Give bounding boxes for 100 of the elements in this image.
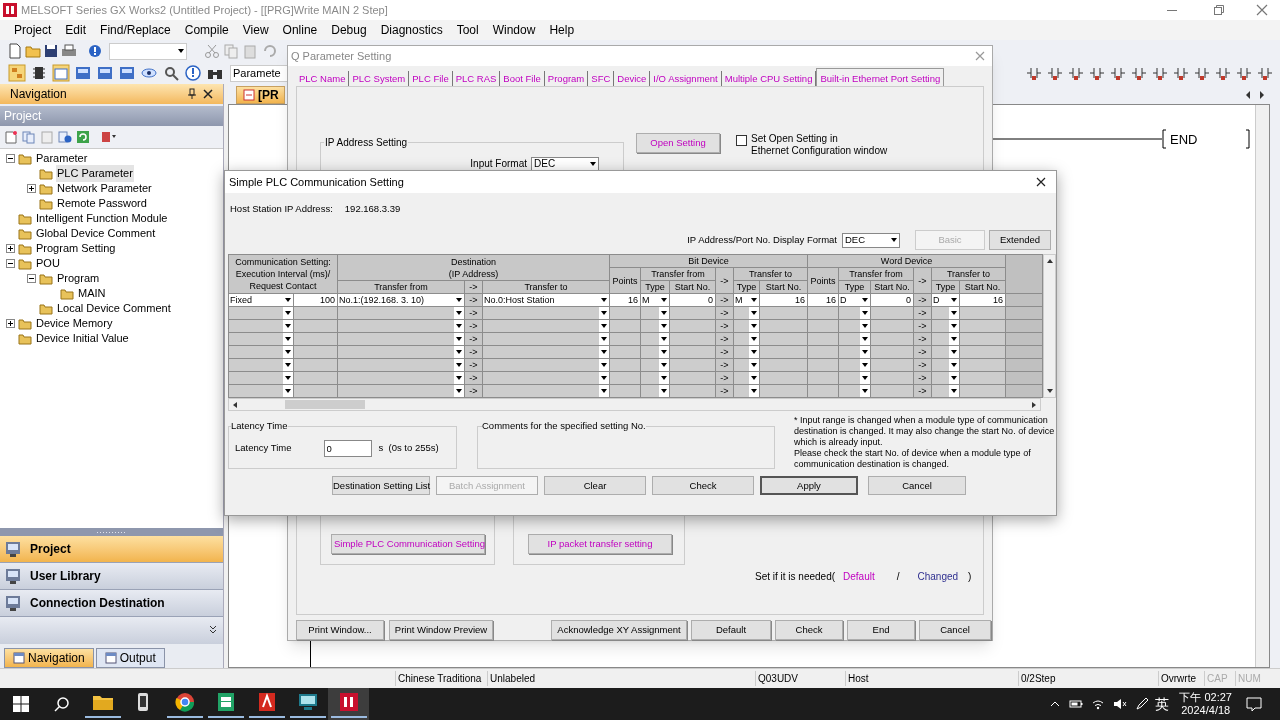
- save-icon[interactable]: [44, 44, 58, 58]
- chip-icon[interactable]: [30, 64, 48, 82]
- table-cell[interactable]: [960, 372, 1005, 385]
- table-cell[interactable]: [808, 346, 838, 359]
- table-cell[interactable]: [871, 346, 913, 359]
- dropdown[interactable]: [932, 385, 959, 398]
- dropdown[interactable]: [839, 307, 870, 320]
- table-cell[interactable]: [960, 320, 1005, 333]
- menu-item[interactable]: Edit: [59, 21, 93, 39]
- dropdown[interactable]: [932, 333, 959, 346]
- table-cell[interactable]: [808, 372, 838, 385]
- button[interactable]: Clear: [544, 476, 646, 496]
- dropdown[interactable]: No.1:(192.168. 3. 10): [338, 294, 464, 307]
- table-cell[interactable]: [670, 385, 715, 398]
- info-icon[interactable]: [58, 130, 72, 144]
- collapse-toggle-icon[interactable]: [27, 274, 36, 283]
- battery-icon[interactable]: [1069, 698, 1084, 710]
- dropdown[interactable]: [641, 372, 669, 385]
- tab[interactable]: PLC Name: [296, 71, 350, 86]
- dropdown[interactable]: [932, 307, 959, 320]
- properties-icon[interactable]: [100, 130, 118, 144]
- pen-icon[interactable]: [1135, 697, 1150, 711]
- panel-button[interactable]: Project: [0, 536, 223, 563]
- dropdown[interactable]: [641, 333, 669, 346]
- tab[interactable]: PLC File: [409, 71, 453, 86]
- expand-toggle-icon[interactable]: [6, 319, 15, 328]
- close-icon[interactable]: [203, 89, 213, 99]
- collapse-toggle-icon[interactable]: [6, 259, 15, 268]
- table-cell[interactable]: [808, 385, 838, 398]
- speaker-muted-icon[interactable]: [1113, 698, 1128, 710]
- scissors-icon[interactable]: [204, 43, 220, 59]
- dropdown[interactable]: [641, 320, 669, 333]
- new-file-icon[interactable]: [8, 43, 22, 59]
- dropdown[interactable]: [839, 359, 870, 372]
- table-cell[interactable]: 100: [294, 294, 337, 307]
- table-cell[interactable]: [670, 307, 715, 320]
- close-icon[interactable]: [1036, 177, 1046, 187]
- panel-button[interactable]: User Library: [0, 563, 223, 590]
- device-window-icon[interactable]: [118, 64, 136, 82]
- button[interactable]: Cancel: [919, 620, 991, 640]
- status-link[interactable]: Default: [843, 569, 875, 584]
- menu-item[interactable]: Debug: [325, 21, 373, 39]
- tree-item[interactable]: Network Parameter: [56, 180, 153, 197]
- dropdown[interactable]: [932, 359, 959, 372]
- table-cell[interactable]: [294, 385, 337, 398]
- table-cell[interactable]: [670, 346, 715, 359]
- tab[interactable]: PLC System: [349, 71, 410, 86]
- device-window-icon[interactable]: [96, 64, 114, 82]
- expand-toggle-icon[interactable]: [6, 244, 15, 253]
- tab[interactable]: I/O Assignment: [650, 71, 722, 86]
- button[interactable]: End: [847, 620, 915, 640]
- dropdown[interactable]: [734, 372, 759, 385]
- dropdown[interactable]: [734, 346, 759, 359]
- notification-icon[interactable]: [1246, 696, 1262, 712]
- wifi-icon[interactable]: [1091, 698, 1106, 710]
- scroll-right-icon[interactable]: [1258, 90, 1266, 100]
- table-cell[interactable]: [871, 359, 913, 372]
- table-cell[interactable]: [871, 333, 913, 346]
- tree-item[interactable]: MAIN: [77, 285, 107, 302]
- dropdown[interactable]: D: [932, 294, 959, 307]
- table-cell[interactable]: [760, 359, 807, 372]
- search-icon[interactable]: [53, 696, 70, 712]
- copy-icon[interactable]: [22, 130, 36, 144]
- tree-item[interactable]: Remote Password: [56, 195, 148, 212]
- toolbar-dropdown[interactable]: Paramete: [230, 64, 290, 82]
- table-cell[interactable]: [610, 333, 640, 346]
- table-cell[interactable]: [670, 372, 715, 385]
- pin-icon[interactable]: [187, 88, 197, 100]
- dropdown[interactable]: [734, 385, 759, 398]
- restore-icon[interactable]: [1213, 4, 1225, 16]
- tree-item[interactable]: Local Device Comment: [56, 300, 172, 317]
- dropdown[interactable]: [932, 346, 959, 359]
- magnifier-icon[interactable]: [162, 64, 180, 82]
- table-cell[interactable]: 16: [760, 294, 807, 307]
- table-cell[interactable]: [294, 333, 337, 346]
- dropdown[interactable]: [839, 346, 870, 359]
- table-cell[interactable]: [670, 333, 715, 346]
- table-cell[interactable]: [808, 307, 838, 320]
- button[interactable]: IP packet transfer setting: [528, 534, 672, 554]
- table-cell[interactable]: [808, 359, 838, 372]
- device-window-icon[interactable]: [74, 64, 92, 82]
- table-cell[interactable]: [760, 320, 807, 333]
- table-cell[interactable]: [610, 372, 640, 385]
- collapse-toggle-icon[interactable]: [6, 154, 15, 163]
- tree-item[interactable]: Device Memory: [35, 315, 114, 332]
- dropdown[interactable]: DEC: [842, 232, 900, 248]
- dropdown[interactable]: No.0:Host Station: [483, 294, 609, 307]
- printer-icon[interactable]: [61, 44, 77, 58]
- table-cell[interactable]: [670, 359, 715, 372]
- dropdown[interactable]: [641, 359, 669, 372]
- refresh-icon[interactable]: [76, 130, 90, 144]
- dropdown[interactable]: [734, 359, 759, 372]
- table-cell[interactable]: [960, 333, 1005, 346]
- new-item-icon[interactable]: [4, 130, 18, 144]
- dropdown[interactable]: M: [641, 294, 669, 307]
- table-cell[interactable]: [871, 372, 913, 385]
- table-cell[interactable]: [670, 320, 715, 333]
- table-cell[interactable]: [610, 320, 640, 333]
- dropdown[interactable]: [839, 320, 870, 333]
- button[interactable]: Check: [652, 476, 754, 496]
